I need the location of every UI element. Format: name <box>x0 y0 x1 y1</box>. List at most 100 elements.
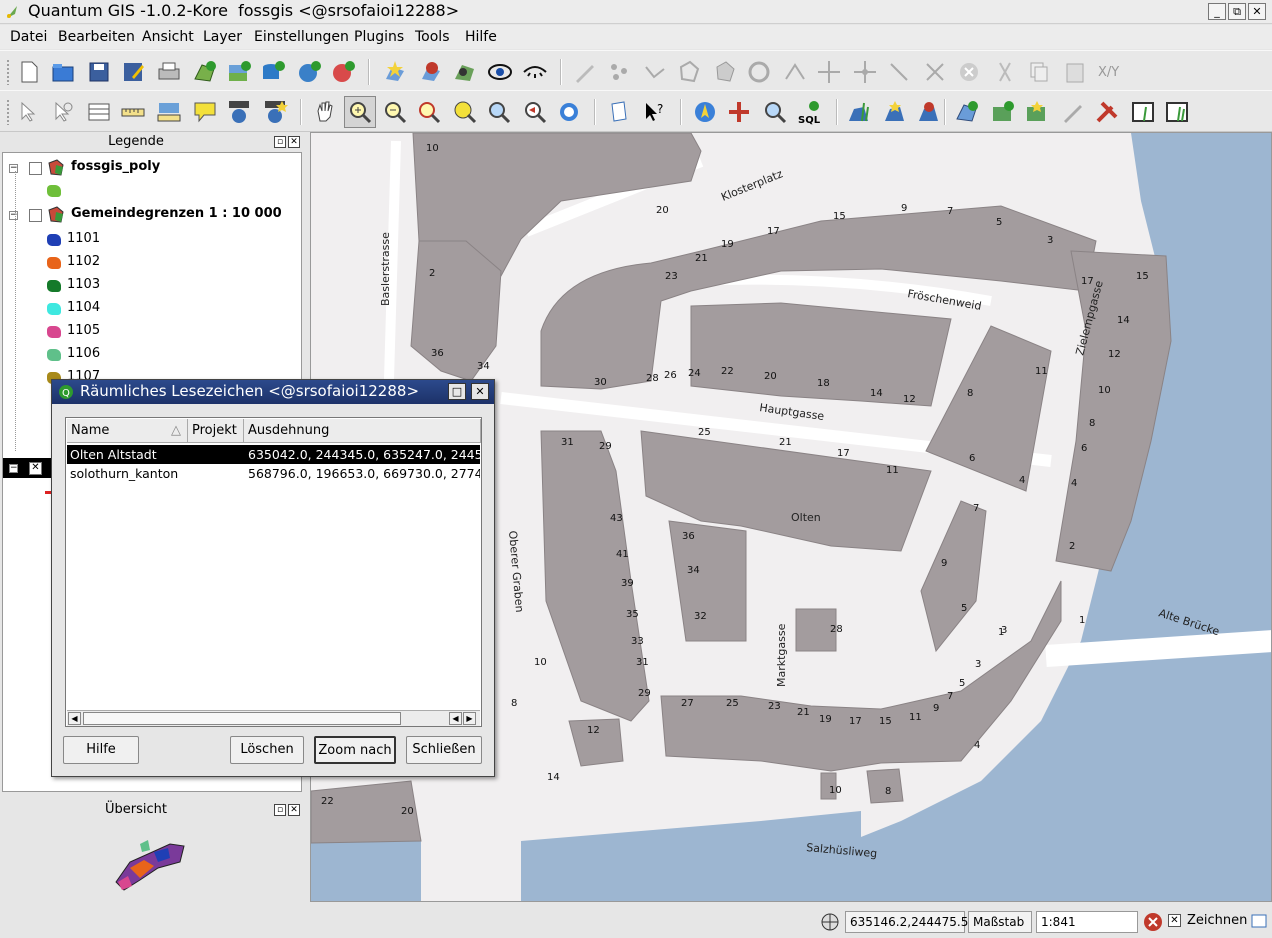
measure-line-icon[interactable] <box>120 99 146 125</box>
capture-polygon-icon[interactable] <box>676 59 702 85</box>
save-project-icon[interactable] <box>86 59 112 85</box>
grass-region-edit-icon[interactable] <box>1164 99 1190 125</box>
open-project-icon[interactable] <box>50 59 76 85</box>
collapse-icon[interactable]: − <box>9 464 18 473</box>
menu-tools[interactable]: Tools <box>415 29 450 45</box>
save-as-icon[interactable] <box>120 59 146 85</box>
add-wms-layer-icon[interactable] <box>296 59 322 85</box>
projection-icon[interactable] <box>820 912 840 932</box>
dialog-maximize-button[interactable]: □ <box>448 383 466 400</box>
bookmark-row[interactable]: solothurn_kanton 568796.0, 196653.0, 669… <box>67 464 480 483</box>
paste-features-icon[interactable] <box>1062 59 1088 85</box>
delete-vertex-icon[interactable] <box>886 59 912 85</box>
menu-layer[interactable]: Layer <box>203 29 242 45</box>
delete-selected-icon[interactable] <box>922 59 948 85</box>
cut-features-icon[interactable] <box>992 59 1018 85</box>
help-button[interactable]: Hilfe <box>63 736 139 764</box>
collapse-icon[interactable]: − <box>9 211 18 220</box>
layer-visibility-checkbox[interactable] <box>29 162 42 175</box>
select-tool-icon[interactable] <box>16 99 42 125</box>
layer-visibility-checkbox[interactable] <box>29 209 42 222</box>
close-button[interactable]: Schließen <box>406 736 482 764</box>
horizontal-scrollbar[interactable]: ◀ ◀ ▶ <box>67 710 480 726</box>
capture-point-icon[interactable] <box>606 59 632 85</box>
whats-this-doc-icon[interactable] <box>606 99 632 125</box>
legend-layer-gemeindegrenzen[interactable]: − Gemeindegrenzen 1 : 10 000 <box>3 205 301 225</box>
stop-render-icon[interactable] <box>1143 912 1163 932</box>
add-raster-layer-icon[interactable] <box>226 59 252 85</box>
map-tips-icon[interactable] <box>192 99 218 125</box>
capture-line-icon[interactable] <box>642 59 668 85</box>
overview-float-button[interactable]: ▫ <box>274 804 286 816</box>
scroll-thumb[interactable] <box>83 712 401 725</box>
dialog-close-button[interactable]: ✕ <box>471 383 489 400</box>
add-all-to-overview-icon[interactable] <box>452 59 478 85</box>
dialog-title-bar[interactable]: Q Räumliches Lesezeichen <@srsofaioi1228… <box>52 380 494 404</box>
quick-print-icon[interactable] <box>762 99 788 125</box>
menu-einstellungen[interactable]: Einstellungen <box>254 29 349 45</box>
maximize-button[interactable]: ⧉ <box>1228 3 1246 20</box>
close-window-button[interactable]: ✕ <box>1248 3 1266 20</box>
grass-add-vector-icon[interactable] <box>954 99 980 125</box>
menu-hilfe[interactable]: Hilfe <box>465 29 497 45</box>
legend-layer-fossgis-poly[interactable]: − fossgis_poly <box>3 158 301 178</box>
add-ring-icon[interactable] <box>746 59 772 85</box>
remove-layer-icon[interactable] <box>418 59 444 85</box>
grass-region-display-icon[interactable] <box>1130 99 1156 125</box>
column-header-name[interactable]: Name △ <box>67 419 188 443</box>
print-icon[interactable] <box>156 59 182 85</box>
move-vertex-icon[interactable] <box>816 59 842 85</box>
home-bookmark-icon[interactable] <box>226 99 252 125</box>
collapse-icon[interactable]: − <box>9 164 18 173</box>
toggle-editing-icon[interactable] <box>572 59 598 85</box>
zoom-to-layer-icon[interactable] <box>486 99 512 125</box>
overview-map-thumbnail[interactable] <box>110 832 190 896</box>
bookmark-row-selected[interactable]: Olten Altstadt 635042.0, 244345.0, 63524… <box>67 445 480 464</box>
zoom-out-icon[interactable] <box>382 99 408 125</box>
scroll-left-icon[interactable]: ◀ <box>68 712 81 725</box>
layer-visibility-checkbox[interactable]: ✕ <box>29 462 42 475</box>
georeferencer-icon[interactable] <box>726 99 752 125</box>
scroll-right-icon[interactable]: ▶ <box>463 712 476 725</box>
attribute-table-icon[interactable] <box>86 99 112 125</box>
render-checkbox[interactable]: ✕ <box>1168 914 1181 927</box>
refresh-icon[interactable] <box>556 99 582 125</box>
measure-area-icon[interactable] <box>156 99 182 125</box>
grass-new-vector-icon[interactable] <box>1024 99 1050 125</box>
minimize-button[interactable]: _ <box>1208 3 1226 20</box>
whats-this-icon[interactable]: ? <box>642 99 668 125</box>
scale-input[interactable]: 1:841 <box>1036 911 1138 933</box>
pan-map-icon[interactable] <box>312 99 338 125</box>
copy-features-icon[interactable] <box>1026 59 1052 85</box>
cancel-edit-icon[interactable] <box>956 59 982 85</box>
north-arrow-icon[interactable] <box>692 99 718 125</box>
legend-float-button[interactable]: ▫ <box>274 136 286 148</box>
bookmark-list[interactable]: Name △ Projekt Ausdehnung Olten Altstadt … <box>65 417 482 727</box>
new-vector-layer-icon[interactable] <box>382 59 408 85</box>
zoom-to-button[interactable]: Zoom nach <box>314 736 396 764</box>
zoom-in-icon[interactable] <box>347 99 373 125</box>
add-vertex-icon[interactable] <box>852 59 878 85</box>
overview-close-button[interactable]: ✕ <box>288 804 300 816</box>
column-header-project[interactable]: Projekt <box>188 419 244 443</box>
menu-ansicht[interactable]: Ansicht <box>142 29 194 45</box>
new-bookmark-icon[interactable] <box>262 99 288 125</box>
add-postgis-layer-icon[interactable] <box>260 59 286 85</box>
grass-close-mapset-icon[interactable] <box>916 99 942 125</box>
zoom-last-icon[interactable] <box>522 99 548 125</box>
menu-plugins[interactable]: Plugins <box>354 29 404 45</box>
grass-add-raster-icon[interactable] <box>990 99 1016 125</box>
split-features-icon[interactable] <box>782 59 808 85</box>
add-wfs-layer-icon[interactable] <box>330 59 356 85</box>
delete-button[interactable]: Löschen <box>230 736 304 764</box>
identify-icon[interactable] <box>50 99 76 125</box>
zoom-full-icon[interactable] <box>416 99 442 125</box>
new-project-icon[interactable] <box>16 59 42 85</box>
grass-new-mapset-icon[interactable] <box>882 99 908 125</box>
add-vector-layer-icon[interactable] <box>192 59 218 85</box>
menu-datei[interactable]: Datei <box>10 29 47 45</box>
grass-edit-icon[interactable] <box>1060 99 1086 125</box>
legend-close-button[interactable]: ✕ <box>288 136 300 148</box>
grass-open-mapset-icon[interactable] <box>846 99 872 125</box>
scroll-left-end-icon[interactable]: ◀ <box>449 712 462 725</box>
